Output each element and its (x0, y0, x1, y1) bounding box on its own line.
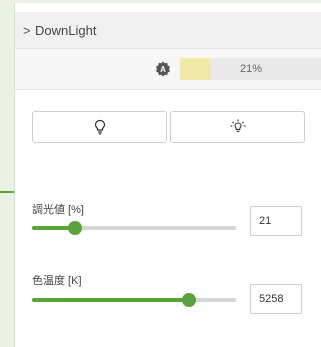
downlight-panel: > DownLight A 21% 調光値 [%] 21 色温度 [K] 525… (14, 3, 321, 347)
color-temp-thumb[interactable] (182, 293, 197, 307)
svg-text:A: A (160, 65, 166, 74)
color-temp-slider[interactable] (32, 293, 236, 307)
level-text: 21% (239, 63, 263, 75)
panel-title: DownLight (35, 22, 97, 38)
color-temp-track-fill (32, 298, 190, 302)
brightness-slider[interactable] (32, 221, 236, 235)
panel-header[interactable]: > DownLight (15, 12, 321, 49)
status-row: A 21% (15, 49, 321, 90)
brightness-input[interactable]: 21 (250, 206, 302, 236)
color-temp-input[interactable]: 5258 (250, 284, 302, 314)
bulb-on-icon (230, 119, 245, 132)
color-temp-label: 色温度 [K] (32, 275, 82, 287)
bulb-off-icon (94, 119, 105, 135)
level-indicator: 21% (180, 58, 321, 80)
light-off-button[interactable] (32, 111, 167, 143)
chevron-right-icon: > (23, 22, 31, 38)
brightness-label: 調光値 [%] (32, 204, 84, 216)
light-on-button[interactable] (170, 111, 305, 143)
auto-mode-icon: A (156, 61, 170, 77)
brightness-thumb[interactable] (67, 221, 82, 235)
